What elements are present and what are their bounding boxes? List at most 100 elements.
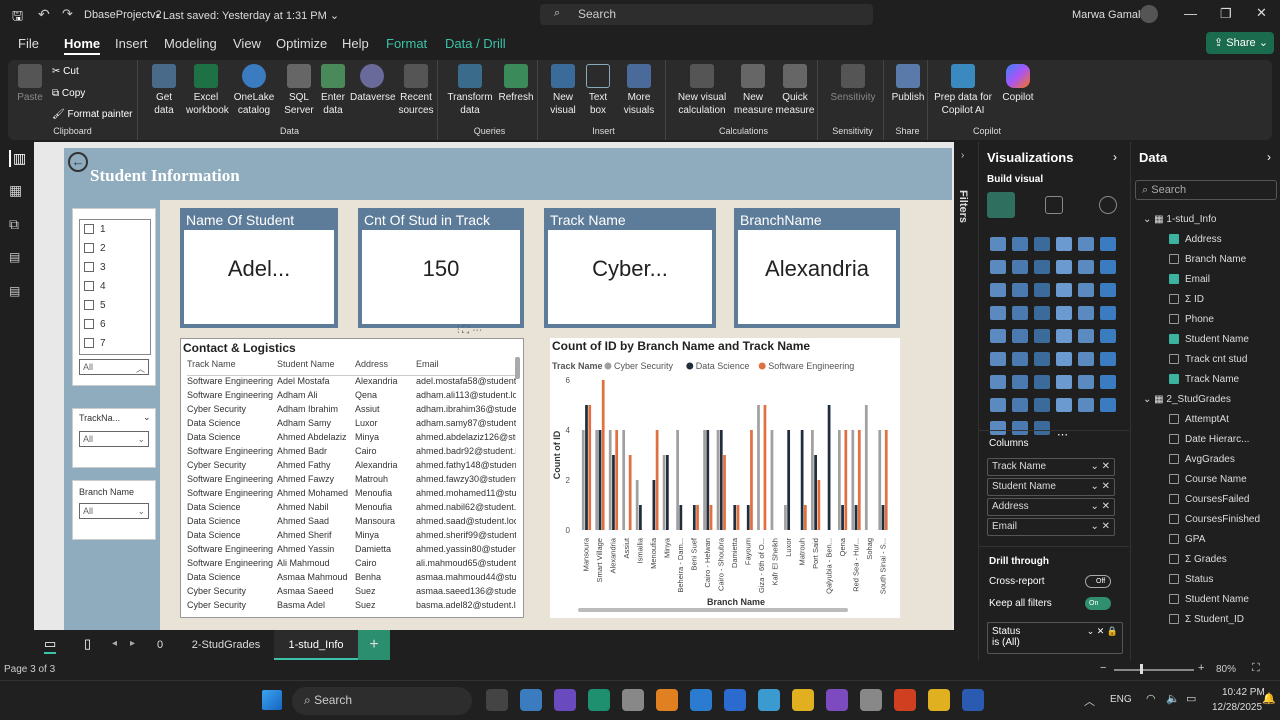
back-button[interactable]: ← xyxy=(68,152,88,172)
visual-type-icon[interactable] xyxy=(1078,260,1094,274)
status-filter-card[interactable]: Status is (All) ⌄ ✕ 🔒 xyxy=(987,622,1123,654)
tab-stud-info[interactable]: 1-stud_Info xyxy=(274,630,358,660)
visual-studio-icon[interactable] xyxy=(826,689,848,711)
visual-type-icon[interactable] xyxy=(1100,237,1116,251)
visual-type-icon[interactable] xyxy=(1078,329,1094,343)
table-row[interactable]: Cyber Security Adham Ibrahim Assiut adham.i… xyxy=(187,404,517,418)
visual-type-icon[interactable] xyxy=(1078,352,1094,366)
column-header[interactable]: Address xyxy=(355,359,416,369)
id-slicer-item[interactable]: 4 xyxy=(80,277,150,296)
menu-insert[interactable]: Insert xyxy=(115,36,148,51)
focus-icon[interactable]: ⛶ xyxy=(462,325,469,336)
report-view-icon[interactable]: ▥ xyxy=(9,150,26,167)
field-item[interactable]: Student Name xyxy=(1169,594,1249,605)
visual-type-icon[interactable] xyxy=(990,421,1006,435)
format-visual-icon[interactable] xyxy=(1045,196,1063,214)
checkbox[interactable] xyxy=(1169,474,1179,485)
checkbox[interactable] xyxy=(1169,314,1179,325)
table-node[interactable]: ⌄ ▦ 2_StudGrades xyxy=(1143,394,1231,405)
field-item[interactable]: Σ ID xyxy=(1169,294,1204,305)
filter-icon[interactable]: ⫶ xyxy=(457,325,460,336)
visual-type-icon[interactable] xyxy=(1034,260,1050,274)
visual-type-icon[interactable] xyxy=(990,306,1006,320)
table-visual-icon[interactable] xyxy=(987,192,1015,218)
mobile-view-icon[interactable]: ▯ xyxy=(84,636,91,652)
visual-type-icon[interactable] xyxy=(1034,375,1050,389)
word-icon[interactable] xyxy=(962,689,984,711)
visual-type-icon[interactable] xyxy=(1034,237,1050,251)
teams-icon[interactable] xyxy=(554,689,576,711)
zoom-in-icon[interactable]: + xyxy=(1198,662,1204,674)
search-box[interactable]: ⌕ Search xyxy=(540,4,873,25)
app-icon[interactable] xyxy=(622,689,644,711)
copy-button[interactable]: ⧉ Copy xyxy=(52,88,85,99)
checkbox[interactable] xyxy=(1169,354,1179,365)
maximize-icon[interactable]: ❐ xyxy=(1220,6,1232,22)
get-data-button[interactable]: Get data xyxy=(146,64,182,117)
enter-data-button[interactable]: Enter data xyxy=(318,64,348,117)
visual-type-icon[interactable] xyxy=(1012,421,1028,435)
id-slicer-item[interactable]: 3 xyxy=(80,258,150,277)
visual-type-icon[interactable] xyxy=(990,237,1006,251)
cut-button[interactable]: ✂ Cut xyxy=(52,66,79,77)
field-track-name[interactable]: Track Name ⌄ ✕ xyxy=(987,458,1115,476)
visual-type-icon[interactable] xyxy=(1056,237,1072,251)
vscode-icon[interactable] xyxy=(724,689,746,711)
card-student-name[interactable]: Name Of Student Adel... xyxy=(180,208,338,328)
collapse-icon[interactable]: › xyxy=(1113,150,1117,164)
file-explorer-icon[interactable] xyxy=(792,689,814,711)
quick-measure-button[interactable]: Quick measure xyxy=(774,64,816,117)
zoom-slider[interactable] xyxy=(1114,669,1194,671)
field-address[interactable]: Address ⌄ ✕ xyxy=(987,498,1115,516)
visual-type-icon[interactable] xyxy=(1100,260,1116,274)
redo-icon[interactable]: ↷ xyxy=(62,6,73,22)
visual-type-icon[interactable] xyxy=(1012,352,1028,366)
minimize-icon[interactable]: — xyxy=(1184,6,1197,21)
filters-pane[interactable]: › Filters xyxy=(954,142,978,630)
dax-view-icon[interactable]: ▤ xyxy=(9,250,20,264)
menu-file[interactable]: File xyxy=(18,36,39,51)
terminal-icon[interactable] xyxy=(588,689,610,711)
taskbar-search[interactable]: ⌕ Search xyxy=(292,687,472,715)
field-item[interactable]: Student Name xyxy=(1169,334,1249,345)
table-view-icon[interactable]: ▦ xyxy=(9,182,22,199)
recent-sources-button[interactable]: Recent sources xyxy=(396,64,436,117)
clock-time[interactable]: 10:42 PM xyxy=(1222,687,1265,698)
dataverse-button[interactable]: Dataverse xyxy=(350,64,396,104)
checkbox[interactable] xyxy=(84,224,94,235)
visual-type-icon[interactable] xyxy=(1012,260,1028,274)
menu-format[interactable]: Format xyxy=(386,36,427,51)
visual-type-icon[interactable] xyxy=(1034,398,1050,412)
visual-type-icon[interactable] xyxy=(1100,375,1116,389)
visual-type-icon[interactable] xyxy=(990,352,1006,366)
table-row[interactable]: Software Engineering Adham Ali Qena adham.a… xyxy=(187,390,517,404)
visual-type-icon[interactable] xyxy=(1078,398,1094,412)
field-item[interactable]: Phone xyxy=(1169,314,1214,325)
visual-type-icon[interactable] xyxy=(990,283,1006,297)
collapse-icon[interactable]: › xyxy=(961,150,964,161)
avatar[interactable] xyxy=(1140,5,1158,23)
checkbox[interactable] xyxy=(84,338,94,349)
visual-type-icon[interactable] xyxy=(1056,375,1072,389)
field-item[interactable]: Email xyxy=(1169,274,1210,285)
table-row[interactable]: Software Engineering Adel Mostafa Alexandr… xyxy=(187,376,517,390)
checkbox[interactable] xyxy=(1169,254,1179,265)
table-row[interactable]: Cyber Security Asmaa Saeed Suez asmaa.saeed… xyxy=(187,586,517,600)
field-item[interactable]: CoursesFinished xyxy=(1169,514,1260,525)
zoom-thumb[interactable] xyxy=(1140,664,1143,674)
column-header[interactable]: Email xyxy=(416,359,516,369)
save-icon[interactable]: 🖫 xyxy=(12,7,23,29)
field-item[interactable]: AvgGrades xyxy=(1169,454,1235,465)
copilot-button[interactable]: Copilot xyxy=(996,64,1040,104)
table-row[interactable]: Data Science Ahmed Saad Mansoura ahmed.saad… xyxy=(187,516,517,530)
bar-chart-visual[interactable]: Count of ID by Branch Name and Track Nam… xyxy=(550,338,900,618)
visual-type-icon[interactable] xyxy=(1056,260,1072,274)
vlc-icon[interactable] xyxy=(656,689,678,711)
checkbox[interactable] xyxy=(1169,494,1179,505)
contact-table[interactable]: ⫶ ⛶ ⋯ Contact & Logistics Track Name Stud… xyxy=(180,325,524,618)
powerbi-icon[interactable] xyxy=(928,689,950,711)
table-row[interactable]: Data Science Asmaa Mahmoud Benha asmaa.mahm… xyxy=(187,572,517,586)
prev-page-icon[interactable]: ◂ xyxy=(112,638,117,649)
table-row[interactable]: Software Engineering Ahmed Yassin Damietta… xyxy=(187,544,517,558)
id-slicer-item[interactable]: 1 xyxy=(80,220,150,239)
